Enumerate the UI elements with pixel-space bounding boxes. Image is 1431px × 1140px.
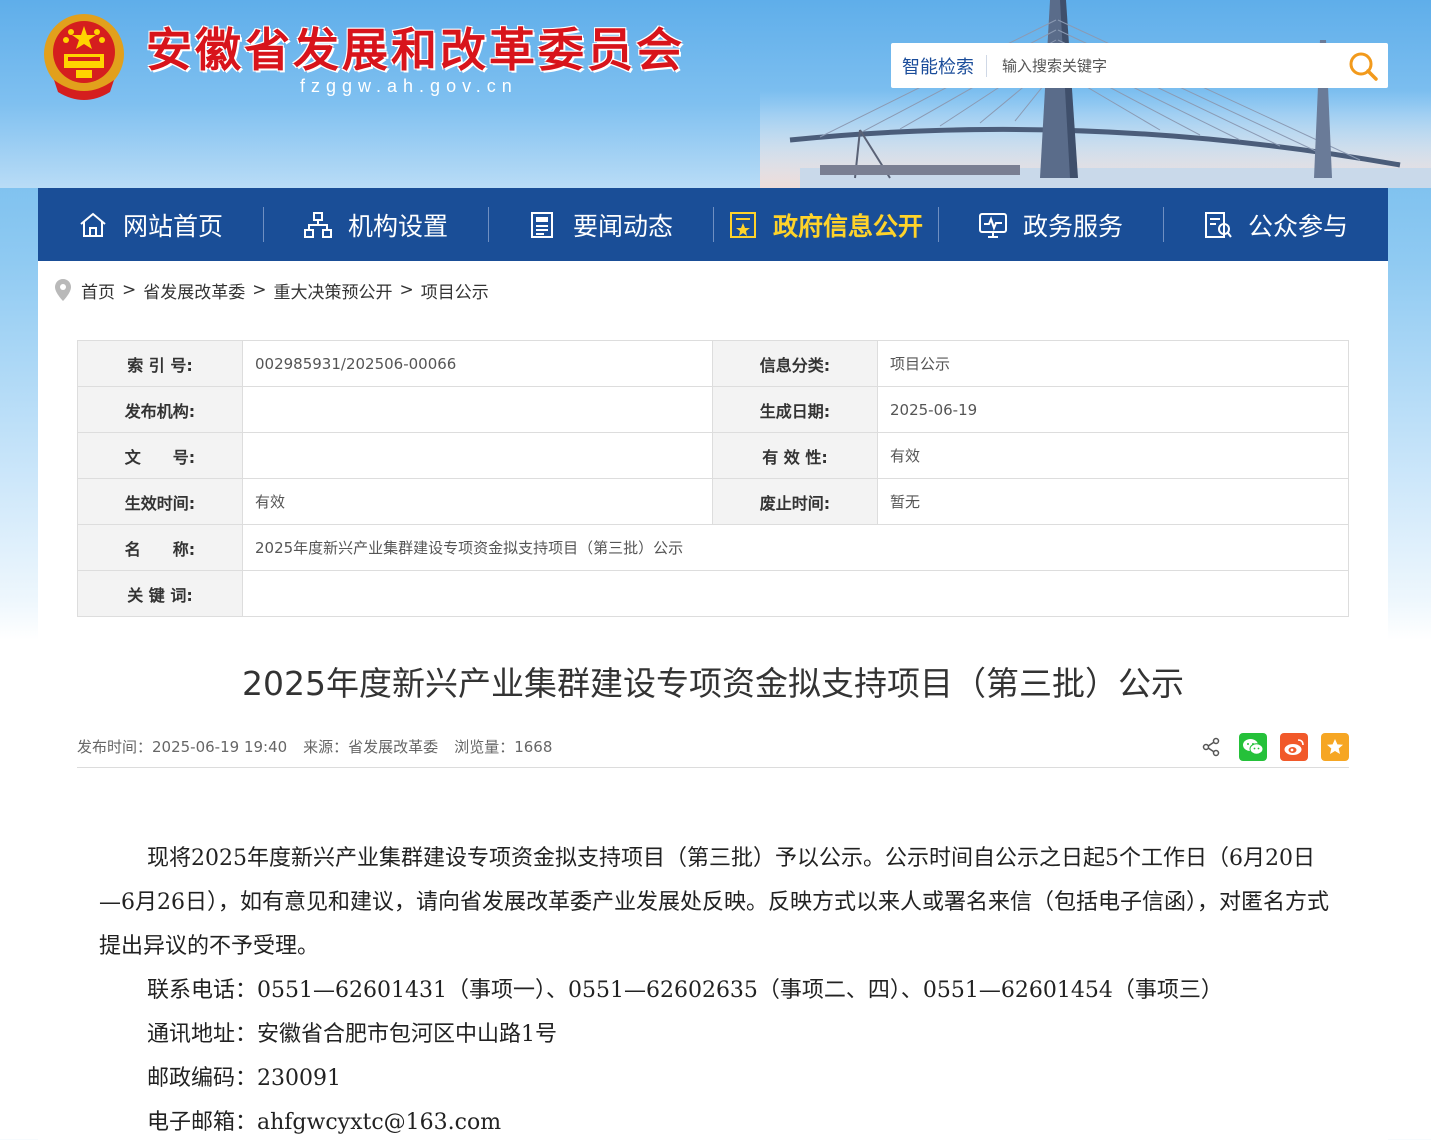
category-label: 信息分类: [712,340,878,387]
category-value: 项目公示 [877,340,1349,387]
main-nav: 网站首页 机构设置 要闻动态 政府信息公开 政务服务 公众参与 [38,188,1388,261]
index-label: 索 引 号: [77,340,243,387]
article-source: 来源：省发展改革委 [303,738,439,756]
table-row: 关 键 词: [77,570,1349,617]
validity-label: 有 效 性: [712,432,878,479]
doc-number-label: 文 号: [77,432,243,479]
repeal-time-value: 暂无 [877,478,1349,525]
created-date-label: 生成日期: [712,386,878,433]
keywords-label: 关 键 词: [77,570,243,617]
article-info-bar: 发布时间：2025-06-19 19:40 来源：省发展改革委 浏览量：1668 [77,726,1349,768]
home-icon [80,212,106,237]
nav-item-participation[interactable]: 公众参与 [1163,188,1388,261]
publish-time: 发布时间：2025-06-19 19:40 [77,738,288,756]
breadcrumb-separator: > [252,280,267,300]
content-panel: 首页 > 省发展改革委 > 重大决策预公开 > 项目公示 索 引 号: 0029… [38,261,1388,1140]
breadcrumb: 首页 > 省发展改革委 > 重大决策预公开 > 项目公示 [54,278,489,303]
breadcrumb-ndrc[interactable]: 省发展改革委 [143,278,245,303]
table-row: 生效时间: 有效 废止时间: 暂无 [77,478,1349,525]
keywords-value [242,570,1349,617]
paragraph-email[interactable]: 电子邮箱：ahfgwcyxtc@163.com [99,1101,1331,1140]
breadcrumb-home[interactable]: 首页 [81,278,115,303]
participation-icon [1204,211,1232,238]
doc-number-value [242,432,713,479]
search-box: 智能检索 [891,43,1388,88]
nav-item-gov-info[interactable]: 政府信息公开 [713,188,938,261]
share-icon[interactable] [1201,737,1221,757]
table-row: 索 引 号: 002985931/202506-00066 信息分类: 项目公示 [77,340,1349,387]
site-domain: fzggw.ah.gov.cn [300,76,518,96]
national-emblem-icon [44,14,124,100]
publisher-label: 发布机构: [77,386,243,433]
site-title: 安徽省发展和改革委员会 [146,23,685,77]
wechat-icon [1243,738,1264,755]
breadcrumb-current[interactable]: 项目公示 [421,278,489,303]
search-label[interactable]: 智能检索 [891,53,986,79]
article-title: 2025年度新兴产业集群建设专项资金拟支持项目（第三批）公示 [242,664,1184,703]
table-row: 文 号: 有 效 性: 有效 [77,432,1349,479]
site-header: 安徽省发展和改革委员会 fzggw.ah.gov.cn 智能检索 [0,0,1431,188]
share-weibo-button[interactable] [1280,732,1308,761]
nav-label: 机构设置 [347,211,448,241]
nav-label: 公众参与 [1247,211,1348,241]
nav-item-home[interactable]: 网站首页 [38,188,263,261]
monitor-icon [978,212,1007,238]
search-icon [1349,52,1378,81]
org-chart-icon [303,211,332,238]
metadata-table: 索 引 号: 002985931/202506-00066 信息分类: 项目公示… [77,340,1349,617]
repeal-time-label: 废止时间: [712,478,878,525]
effective-time-value: 有效 [242,478,713,525]
nav-item-organization[interactable]: 机构设置 [263,188,488,261]
search-input[interactable] [1002,45,1338,86]
view-count: 浏览量：1668 [454,738,553,756]
location-pin-icon [55,279,71,301]
bridge-scenery-image [760,0,1431,188]
table-row: 名 称: 2025年度新兴产业集群建设专项资金拟支持项目（第三批）公示 [77,524,1349,571]
nav-item-news[interactable]: 要闻动态 [488,188,713,261]
nav-label: 政府信息公开 [772,211,923,241]
nav-label: 网站首页 [122,211,223,241]
paragraph-address: 通讯地址：安徽省合肥市包河区中山路1号 [147,1022,557,1047]
search-button[interactable] [1338,43,1388,88]
table-row: 发布机构: 生成日期: 2025-06-19 [77,386,1349,433]
name-label: 名 称: [77,524,243,571]
breadcrumb-separator: > [399,280,414,300]
effective-time-label: 生效时间: [77,478,243,525]
news-icon [530,211,553,238]
weibo-icon [1284,738,1304,755]
publisher-value [242,386,713,433]
nav-label: 要闻动态 [572,211,673,241]
article-body: 现将2025年度新兴产业集群建设专项资金拟支持项目（第三批）予以公示。公示时间自… [99,837,1331,1140]
validity-value: 有效 [877,432,1349,479]
created-date-value: 2025-06-19 [877,386,1349,433]
favorite-icon [1327,738,1343,754]
name-value: 2025年度新兴产业集群建设专项资金拟支持项目（第三批）公示 [242,524,1349,571]
share-wechat-button[interactable] [1239,732,1267,761]
paragraph-postcode: 邮政编码：230091 [147,1066,341,1091]
nav-item-services[interactable]: 政务服务 [938,188,1163,261]
index-value: 002985931/202506-00066 [242,340,713,387]
paragraph-phone: 联系电话：0551—62601431（事项一）、0551—62602635（事项… [147,978,1223,1003]
breadcrumb-decisions[interactable]: 重大决策预公开 [274,278,393,303]
nav-label: 政务服务 [1022,211,1123,241]
search-divider [986,54,987,77]
paragraph-intro: 现将2025年度新兴产业集群建设专项资金拟支持项目（第三批）予以公示。公示时间自… [99,846,1329,959]
share-bar [1201,732,1349,761]
gov-info-icon [729,211,756,238]
breadcrumb-separator: > [122,280,137,300]
favorite-button[interactable] [1321,732,1349,761]
